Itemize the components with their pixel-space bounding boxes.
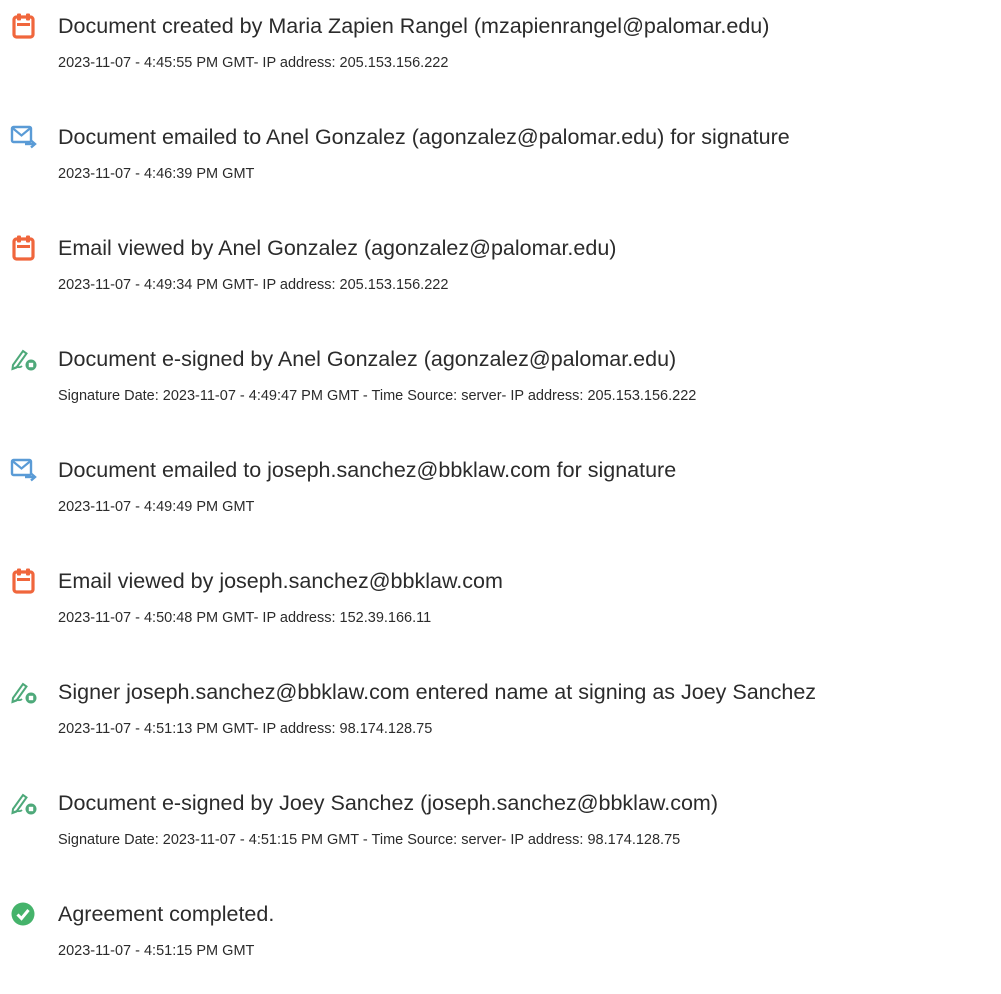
email-icon — [10, 123, 38, 151]
signature-icon — [10, 789, 38, 817]
event-detail: Signature Date: 2023-11-07 - 4:49:47 PM … — [58, 388, 697, 404]
event-email-viewed: Email viewed by Anel Gonzalez (agonzalez… — [0, 232, 1001, 322]
event-email-viewed: Email viewed by joseph.sanchez@bbklaw.co… — [0, 565, 1001, 655]
document-icon — [10, 567, 38, 595]
event-document-emailed: Document emailed to Anel Gonzalez (agonz… — [0, 121, 1001, 211]
event-title: Document emailed to Anel Gonzalez (agonz… — [58, 125, 790, 149]
event-title: Signer joseph.sanchez@bbklaw.com entered… — [58, 680, 817, 704]
check-circle-icon — [10, 900, 38, 928]
event-document-created: Document created by Maria Zapien Rangel … — [0, 10, 1001, 100]
event-document-esigned: Document e-signed by Joey Sanchez (josep… — [0, 787, 1001, 877]
event-document-esigned: Document e-signed by Anel Gonzalez (agon… — [0, 343, 1001, 433]
event-title: Document e-signed by Joey Sanchez (josep… — [58, 791, 719, 815]
event-detail: 2023-11-07 - 4:51:13 PM GMT- IP address:… — [58, 721, 433, 737]
event-title: Email viewed by Anel Gonzalez (agonzalez… — [58, 236, 617, 260]
email-icon — [10, 456, 38, 484]
event-title: Agreement completed. — [58, 902, 275, 926]
event-title: Document created by Maria Zapien Rangel … — [58, 14, 770, 38]
event-document-emailed: Document emailed to joseph.sanchez@bbkla… — [0, 454, 1001, 544]
event-detail: 2023-11-07 - 4:46:39 PM GMT — [58, 166, 255, 182]
document-icon — [10, 234, 38, 262]
event-detail: 2023-11-07 - 4:51:15 PM GMT — [58, 943, 255, 959]
document-icon — [10, 12, 38, 40]
event-agreement-completed: Agreement completed. 2023-11-07 - 4:51:1… — [0, 898, 1001, 988]
event-title: Document emailed to joseph.sanchez@bbkla… — [58, 458, 677, 482]
event-detail: 2023-11-07 - 4:50:48 PM GMT- IP address:… — [58, 610, 432, 626]
signature-icon — [10, 345, 38, 373]
event-detail: Signature Date: 2023-11-07 - 4:51:15 PM … — [58, 832, 681, 848]
signature-icon — [10, 678, 38, 706]
event-title: Document e-signed by Anel Gonzalez (agon… — [58, 347, 677, 371]
event-title: Email viewed by joseph.sanchez@bbklaw.co… — [58, 569, 503, 593]
event-detail: 2023-11-07 - 4:49:34 PM GMT- IP address:… — [58, 277, 449, 293]
event-signer-entered-name: Signer joseph.sanchez@bbklaw.com entered… — [0, 676, 1001, 766]
event-detail: 2023-11-07 - 4:45:55 PM GMT- IP address:… — [58, 55, 449, 71]
event-detail: 2023-11-07 - 4:49:49 PM GMT — [58, 499, 255, 515]
